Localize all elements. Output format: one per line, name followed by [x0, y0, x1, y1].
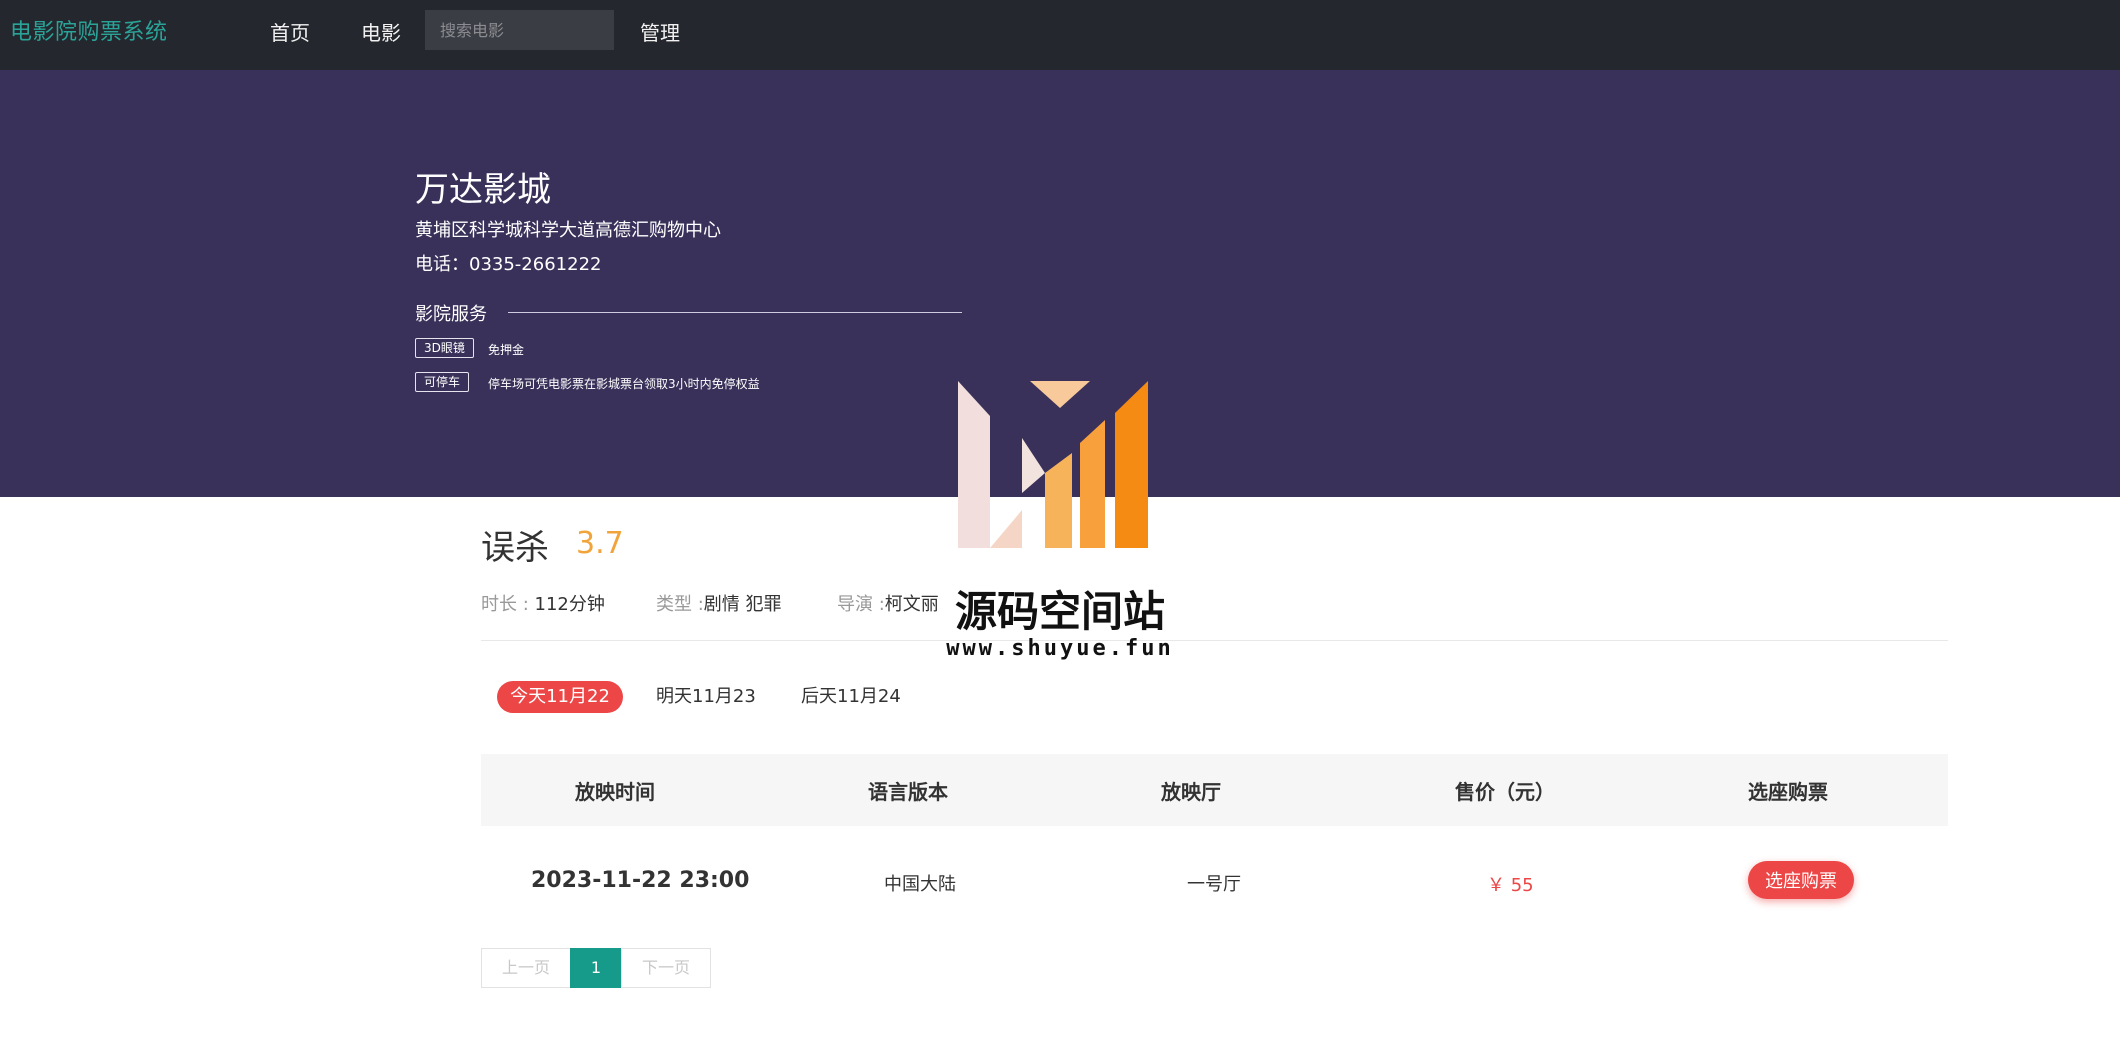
genre-value: 剧情 犯罪 [703, 594, 782, 615]
services-title: 影院服务 [415, 304, 487, 325]
info-divider [481, 640, 1948, 641]
director-label: 导演 : [837, 594, 885, 615]
duration-label: 时长 : [481, 594, 535, 615]
date-tab-day-after[interactable]: 后天11月24 [801, 682, 901, 708]
watermark-title: 源码空间站 [954, 587, 1165, 636]
movie-director: 导演 :柯文丽 [837, 590, 939, 616]
search-input[interactable] [425, 10, 614, 50]
service-tag: 3D眼镜 [415, 338, 474, 358]
nav-movies-link[interactable]: 电影 [361, 17, 401, 46]
date-tab-tomorrow[interactable]: 明天11月23 [656, 682, 756, 708]
genre-label: 类型 : [656, 594, 704, 615]
brand-logo[interactable]: 电影院购票系统 [10, 14, 168, 46]
header-language: 语言版本 [868, 780, 948, 804]
header-action: 选座购票 [1748, 780, 1828, 804]
nav-admin-link[interactable]: 管理 [640, 17, 680, 46]
price-cell: ￥ 55 [1487, 875, 1534, 896]
cinema-phone: 电话：0335-2661222 [415, 254, 602, 275]
hall-cell: 一号厅 [1187, 874, 1241, 895]
movie-score: 3.7 [576, 526, 624, 561]
movie-genre: 类型 :剧情 犯罪 [656, 590, 782, 616]
select-seat-button[interactable]: 选座购票 [1748, 861, 1854, 899]
services-divider [508, 312, 962, 313]
showtime-cell: 2023-11-22 23:00 [531, 868, 750, 893]
director-value: 柯文丽 [884, 594, 939, 615]
cinema-address: 黄埔区科学城科学大道高德汇购物中心 [415, 220, 721, 241]
service-desc: 停车场可凭电影票在影城票台领取3小时内免停权益 [488, 377, 760, 391]
language-cell: 中国大陆 [884, 874, 956, 895]
movie-duration: 时长 : 112分钟 [481, 590, 605, 616]
service-tag: 可停车 [415, 372, 470, 392]
top-nav: 电影院购票系统 首页 电影 管理 [0, 0, 2120, 70]
movie-title: 误杀 [481, 528, 549, 568]
next-page-button[interactable]: 下一页 [621, 948, 711, 988]
header-hall: 放映厅 [1161, 780, 1221, 804]
date-tab-today[interactable]: 今天11月22 [497, 681, 623, 713]
nav-home-link[interactable]: 首页 [270, 17, 310, 46]
header-price: 售价（元） [1455, 780, 1555, 804]
service-desc: 免押金 [488, 343, 525, 357]
header-showtime: 放映时间 [575, 780, 655, 804]
page-1-button[interactable]: 1 [570, 948, 622, 988]
prev-page-button[interactable]: 上一页 [481, 948, 571, 988]
cinema-name: 万达影城 [415, 170, 551, 210]
watermark-url: www.shuyue.fun [946, 636, 1174, 661]
duration-value: 112分钟 [534, 594, 605, 615]
